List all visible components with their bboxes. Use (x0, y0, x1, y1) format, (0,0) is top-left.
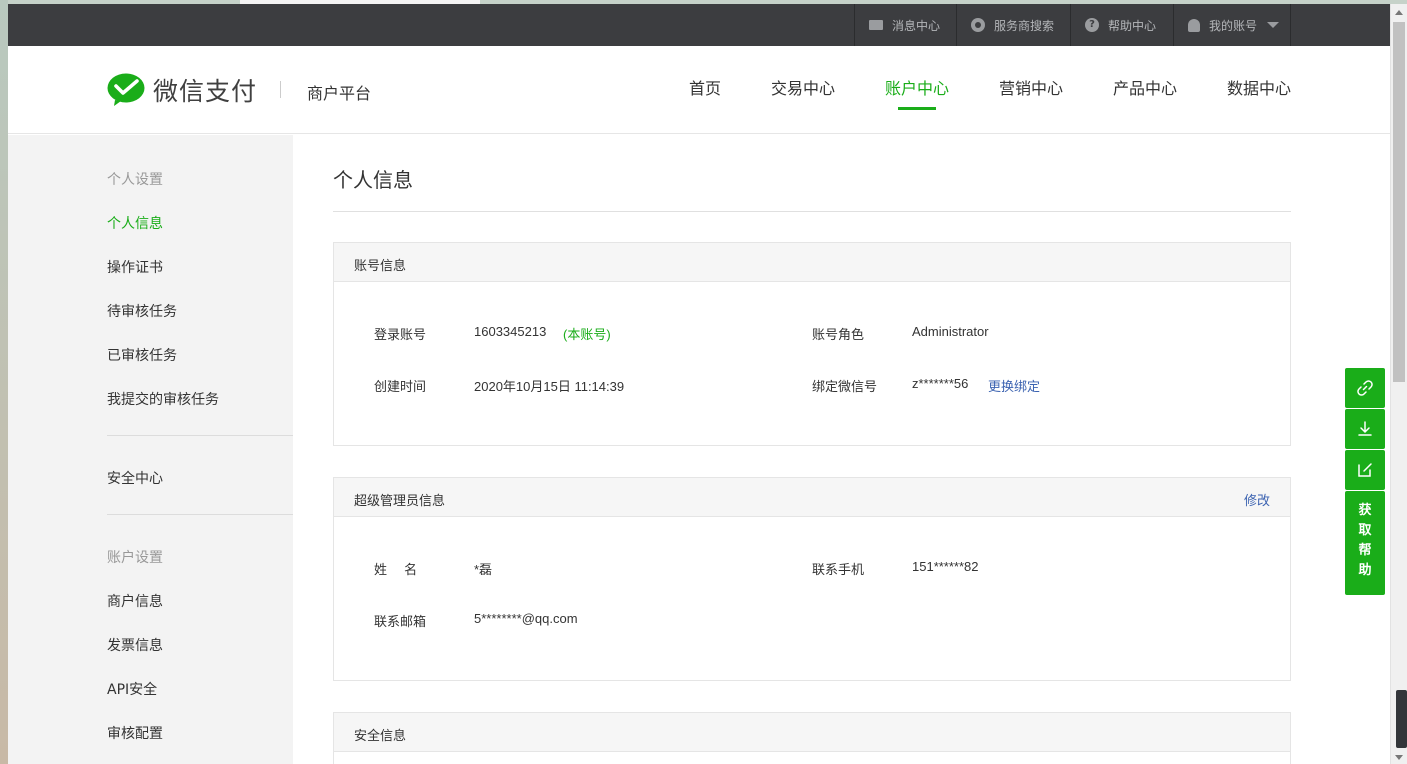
my-account-label: 我的账号 (1209, 18, 1258, 33)
get-help-button[interactable]: 获 取 帮 助 (1345, 491, 1385, 595)
help-char: 获 (1358, 503, 1372, 518)
help-char: 帮 (1358, 543, 1372, 558)
provider-search-label: 服务商搜索 (994, 18, 1055, 33)
current-account-tag: (本账号) (563, 327, 611, 342)
security-info-panel: 安全信息 (333, 712, 1291, 764)
help-center-link[interactable]: ? 帮助中心 (1070, 4, 1173, 46)
floating-toolbar: 获 取 帮 助 (1345, 368, 1385, 595)
account-role-value: Administrator (912, 324, 989, 339)
bound-wechat-label: 绑定微信号 (812, 380, 878, 395)
page-title: 个人信息 (333, 168, 413, 192)
help-char: 助 (1358, 563, 1372, 578)
vertical-scrollbar[interactable] (1390, 4, 1407, 764)
sidebar-item-security[interactable]: 安全中心 (107, 468, 163, 488)
account-info-panel: 账号信息 登录账号 1603345213 (本账号) 账号角色 Administ… (333, 242, 1291, 446)
panel-header: 安全信息 (334, 713, 1290, 752)
sidebar-item-certificate[interactable]: 操作证书 (107, 257, 163, 277)
search-icon (971, 18, 985, 32)
created-time-value: 2020年10月15日 11:14:39 (474, 379, 625, 394)
download-button[interactable] (1345, 409, 1385, 449)
sidebar-item-merchant-info[interactable]: 商户信息 (107, 591, 163, 611)
scroll-up-arrow-icon[interactable] (1395, 10, 1403, 15)
provider-search-link[interactable]: 服务商搜索 (956, 4, 1070, 46)
active-nav-indicator (898, 107, 936, 110)
message-center-label: 消息中心 (892, 18, 941, 33)
nav-marketing[interactable]: 营销中心 (999, 75, 1063, 99)
scrollbar-thumb[interactable] (1393, 22, 1405, 382)
site-header: 微信支付 商户平台 首页 交易中心 账户中心 营销中心 产品中心 数据中心 (8, 46, 1390, 134)
sidebar-group-account: 账户设置 (107, 550, 163, 566)
nav-products[interactable]: 产品中心 (1113, 75, 1177, 99)
panel-title: 安全信息 (354, 729, 407, 744)
super-admin-panel: 超级管理员信息 修改 姓 名 *磊 联系手机 151******82 联系邮箱 … (333, 477, 1291, 681)
platform-name: 商户平台 (307, 84, 372, 103)
panel-title: 超级管理员信息 (354, 494, 446, 509)
wechat-pay-logo-icon[interactable] (107, 73, 145, 106)
user-icon (1188, 18, 1200, 32)
email-value: 5********@qq.com (474, 611, 578, 626)
panel-title: 账号信息 (354, 259, 407, 274)
sidebar-item-personal-info[interactable]: 个人信息 (107, 213, 163, 233)
nav-account-center[interactable]: 账户中心 (885, 75, 949, 99)
desktop-edge (0, 0, 8, 764)
nav-transactions[interactable]: 交易中心 (771, 75, 835, 99)
sidebar-item-reviewed[interactable]: 已审核任务 (107, 345, 177, 365)
logo-text[interactable]: 微信支付 (153, 72, 257, 108)
scroll-down-arrow-icon[interactable] (1395, 755, 1403, 760)
mail-icon (869, 20, 883, 30)
nav-data[interactable]: 数据中心 (1227, 75, 1291, 99)
help-icon: ? (1085, 18, 1099, 32)
created-time-label: 创建时间 (374, 380, 427, 395)
link-icon (1357, 380, 1373, 396)
title-divider (333, 211, 1291, 212)
phone-label: 联系手机 (812, 563, 865, 578)
panel-header: 账号信息 (334, 243, 1290, 282)
nav-home[interactable]: 首页 (689, 75, 721, 99)
panel-header: 超级管理员信息 修改 (334, 478, 1290, 517)
chevron-down-icon (1267, 22, 1280, 28)
edit-admin-link[interactable]: 修改 (1244, 490, 1270, 509)
overlay-widget (1396, 690, 1407, 748)
browser-page: 消息中心 服务商搜索 ? 帮助中心 我的账号 微信支付 商户平台 首页 交易中心… (8, 4, 1390, 764)
message-center-link[interactable]: 消息中心 (854, 4, 956, 46)
bound-wechat-value: z*******56 (912, 376, 969, 391)
login-account-label: 登录账号 (374, 328, 427, 343)
sidebar-item-review-config[interactable]: 审核配置 (107, 723, 163, 743)
sidebar-group-personal: 个人设置 (107, 172, 163, 188)
sidebar-item-my-submissions[interactable]: 我提交的审核任务 (107, 389, 219, 409)
sidebar-item-pending-review[interactable]: 待审核任务 (107, 301, 177, 321)
help-center-label: 帮助中心 (1108, 18, 1157, 33)
sidebar-item-invoice[interactable]: 发票信息 (107, 635, 163, 655)
name-value: *磊 (474, 562, 493, 577)
edit-button[interactable] (1345, 450, 1385, 490)
sidebar-divider (107, 435, 293, 436)
top-bar: 消息中心 服务商搜索 ? 帮助中心 我的账号 (8, 4, 1390, 46)
change-binding-link[interactable]: 更换绑定 (988, 376, 1040, 395)
my-account-menu[interactable]: 我的账号 (1173, 4, 1291, 46)
login-account-value: 1603345213 (474, 324, 547, 339)
sidebar: 个人设置 个人信息 操作证书 待审核任务 已审核任务 我提交的审核任务 安全中心… (8, 135, 293, 764)
edit-icon (1358, 463, 1372, 477)
sidebar-divider (107, 514, 293, 515)
link-button[interactable] (1345, 368, 1385, 408)
help-char: 取 (1358, 523, 1372, 538)
download-icon (1358, 421, 1372, 436)
name-label: 姓 名 (374, 563, 418, 578)
logo-divider (280, 81, 281, 98)
phone-value: 151******82 (912, 559, 979, 574)
sidebar-item-api-security[interactable]: API安全 (107, 679, 157, 699)
email-label: 联系邮箱 (374, 615, 427, 630)
account-role-label: 账号角色 (812, 328, 865, 343)
